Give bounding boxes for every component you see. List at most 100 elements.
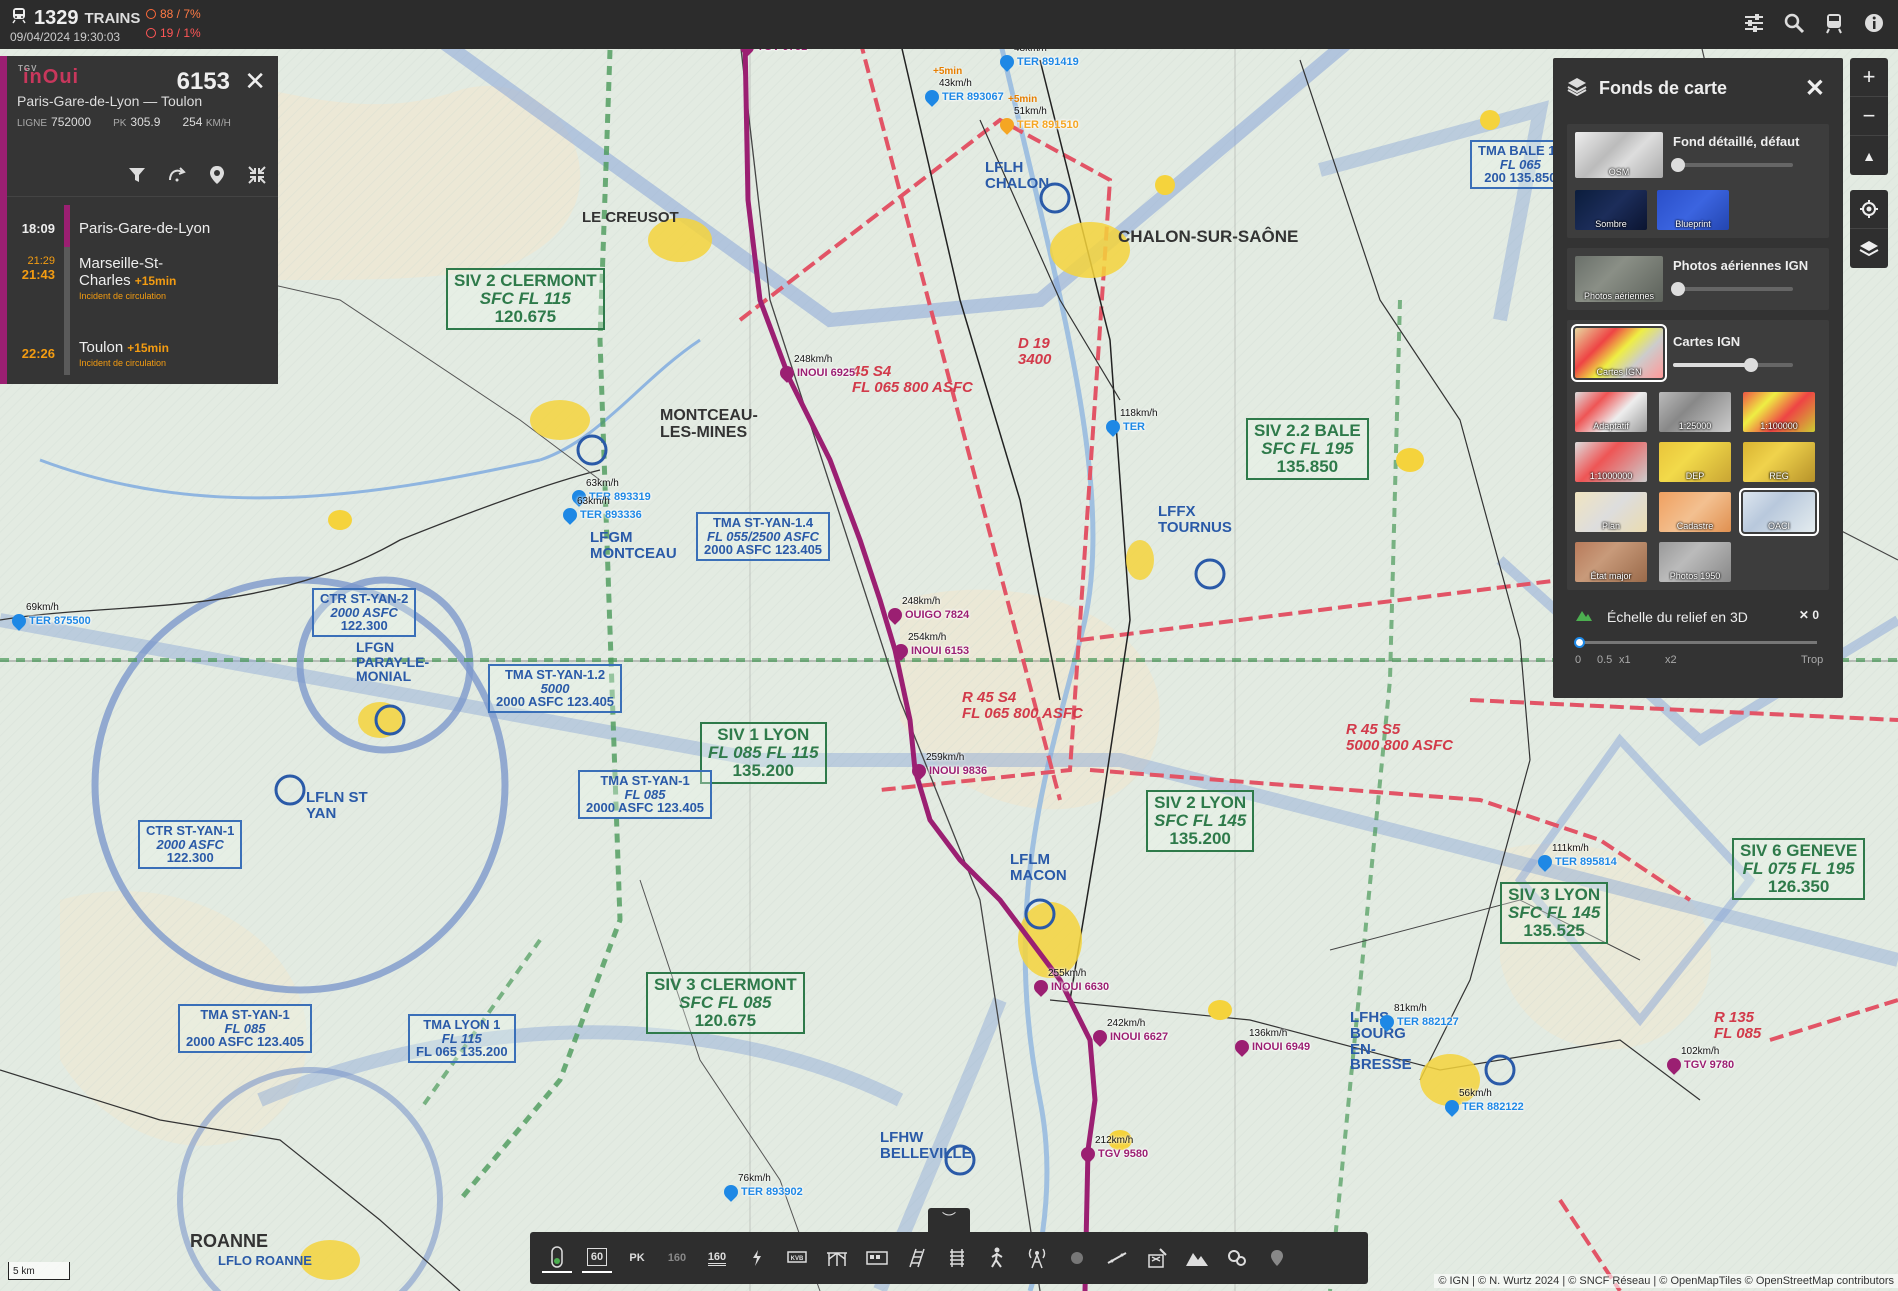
train-marker[interactable]: TGV 9580 212km/h [1078,1135,1149,1164]
thumb-cartes-ign[interactable]: Cartes IGN [1571,324,1667,382]
relief-icon[interactable] [1182,1243,1212,1273]
collapse-icon[interactable] [246,164,268,186]
thumb-reg[interactable]: REG [1743,442,1815,482]
info-icon[interactable] [1862,11,1886,35]
train-marker[interactable]: TER 895814 111km/h [1535,843,1617,872]
train-marker[interactable]: INOUI 9836 259km/h [909,752,987,781]
train-marker[interactable]: OUIGO 7824 248km/h [885,596,969,625]
train-marker[interactable]: TER 118km/h [1103,408,1158,437]
slider-knob[interactable] [1744,358,1758,372]
train-marker[interactable]: TER 891510 51km/h +5min [997,94,1079,135]
operator-logo: TGV inOui [17,64,268,89]
pedestrian-icon[interactable] [982,1243,1012,1273]
search-icon[interactable] [1782,11,1806,35]
electrification-icon[interactable] [742,1243,772,1273]
station-icon[interactable] [862,1243,892,1273]
track-map-icon[interactable] [902,1243,932,1273]
toolbar-toggle[interactable]: ︶ [928,1208,970,1232]
tracks-icon[interactable] [942,1243,972,1273]
thumb-dep[interactable]: DEP [1659,442,1731,482]
opacity-slider[interactable] [1673,358,1793,372]
train-marker[interactable]: TGV 9780 102km/h [1664,1046,1734,1075]
layers-button[interactable] [1850,229,1888,268]
train-marker[interactable]: TER 882122 56km/h [1442,1088,1524,1117]
train-marker[interactable]: INOUI 6949 136km/h [1232,1028,1310,1057]
catenary-icon[interactable] [822,1243,852,1273]
antenna-icon[interactable] [1022,1243,1052,1273]
close-basemap-button[interactable]: ✕ [1805,74,1825,103]
thumb-1000000[interactable]: 1:1000000 [1575,442,1647,482]
thumb-100000[interactable]: 1:100000 [1743,392,1815,432]
train-marker[interactable]: TER 893902 76km/h [721,1173,803,1202]
thumb-oaci[interactable]: OACI [1739,488,1819,536]
speed-160-lines-button[interactable]: 160 [702,1243,732,1273]
train-marker[interactable]: INOUI 6630 255km/h [1031,968,1109,997]
filter-icon[interactable] [126,164,148,186]
restricted-45s4: 45 S4 FL 065 800 ASFC [852,363,973,396]
stop-item[interactable]: 18:09 Paris-Gare-de-Lyon [7,205,278,251]
geolocate-icon[interactable] [1850,190,1888,229]
thumb-cadastre[interactable]: Cadastre [1659,492,1731,532]
relief-value-text: 0 [1812,608,1819,622]
relief-slider-knob[interactable] [1574,637,1585,648]
thumb-adaptatif[interactable]: Adaptatif [1575,392,1647,432]
thumb-blueprint[interactable]: Blueprint [1657,190,1729,230]
train-marker[interactable]: INOUI 6627 242km/h [1090,1018,1168,1047]
line-value: 752000 [51,115,92,129]
train-pin-icon [922,87,942,107]
train-count-value: 1329 [34,6,79,29]
opacity-slider[interactable] [1671,282,1793,296]
stop-time: 18:09 [21,220,55,236]
slider-knob[interactable] [1671,282,1685,296]
thumb-photos-1950[interactable]: Photos 1950 [1659,542,1731,582]
thumb-osm[interactable]: OSM [1575,132,1663,178]
zoom-in-button[interactable]: + [1850,58,1888,97]
kvb-icon[interactable]: KVB [782,1243,812,1273]
stop-delay: +15min [127,340,169,355]
thumb-sombre[interactable]: Sombre [1575,190,1647,230]
zoom-out-button[interactable]: − [1850,97,1888,136]
airspace-siv3-lyon: SIV 3 LYON SFC FL 145 135.525 [1500,882,1609,944]
train-list-icon[interactable] [1822,11,1846,35]
aerodrome-lffx-tournus: LFFX TOURNUS [1158,503,1232,536]
thumb-etat-major[interactable]: État major [1575,542,1647,582]
follow-route-icon[interactable] [166,164,188,186]
opacity-slider[interactable] [1671,158,1793,172]
pk-button[interactable]: PK [622,1243,652,1273]
train-marker[interactable]: TER 893067 43km/h +5min [922,66,1004,107]
close-panel-button[interactable]: ✕ [244,66,266,97]
train-id: TGV 9580 [1098,1148,1149,1160]
town-montceau: MONTCEAU-LES-MINES [660,407,758,441]
train-marker[interactable]: INOUI 6153 254km/h [891,632,969,661]
signal-light-icon[interactable] [542,1243,572,1273]
settings-gears-icon[interactable] [1222,1243,1252,1273]
filter-sliders-icon[interactable] [1742,11,1766,35]
train-marker[interactable]: INOUI 6925 248km/h [777,354,855,383]
thumb-label: Plan [1601,521,1620,531]
speed-160-button[interactable]: 160 [662,1243,692,1273]
thumb-25000[interactable]: 1:25000 [1659,392,1731,432]
stop-item[interactable]: 21:29 21:43 Marseille-St-Charles +15min Inc… [7,251,278,323]
stop-item[interactable]: 22:26 Toulon +15min Incident de circulatio… [7,323,278,383]
airspace-tma-st-yan-1b: TMA ST-YAN-1 FL 085 2000 ASFC 123.405 [178,1004,313,1053]
delay-stat[interactable]: 88 / 7% [146,7,201,21]
train-speed: 111km/h [1552,843,1589,854]
train-marker[interactable]: TER 882127 81km/h [1377,1003,1459,1032]
level-crossing-icon[interactable] [1142,1243,1172,1273]
thumb-aerial[interactable]: Photos aériennes [1575,256,1663,302]
train-marker[interactable]: TER 89141948km/h [997,43,1079,72]
train-marker[interactable]: TER 875500 69km/h [9,602,91,631]
poi-pin-icon[interactable] [1262,1243,1292,1273]
dot-icon[interactable] [1062,1243,1092,1273]
locate-pin-icon[interactable] [206,164,228,186]
compass-button[interactable]: ▲ [1850,136,1888,175]
thumb-plan[interactable]: Plan [1575,492,1647,532]
train-marker[interactable]: TER 893336 63km/h [560,496,642,525]
gradient-icon[interactable] [1102,1243,1132,1273]
speed-limit-button[interactable]: 60 [582,1243,612,1273]
relief-slider[interactable] [1574,637,1817,648]
pk-label: PK [629,1252,645,1264]
slider-knob[interactable] [1671,158,1685,172]
relief-ticks: 0 0.5 x1 x2 Trop [1575,654,1823,668]
cancel-stat[interactable]: 19 / 1% [146,26,201,40]
